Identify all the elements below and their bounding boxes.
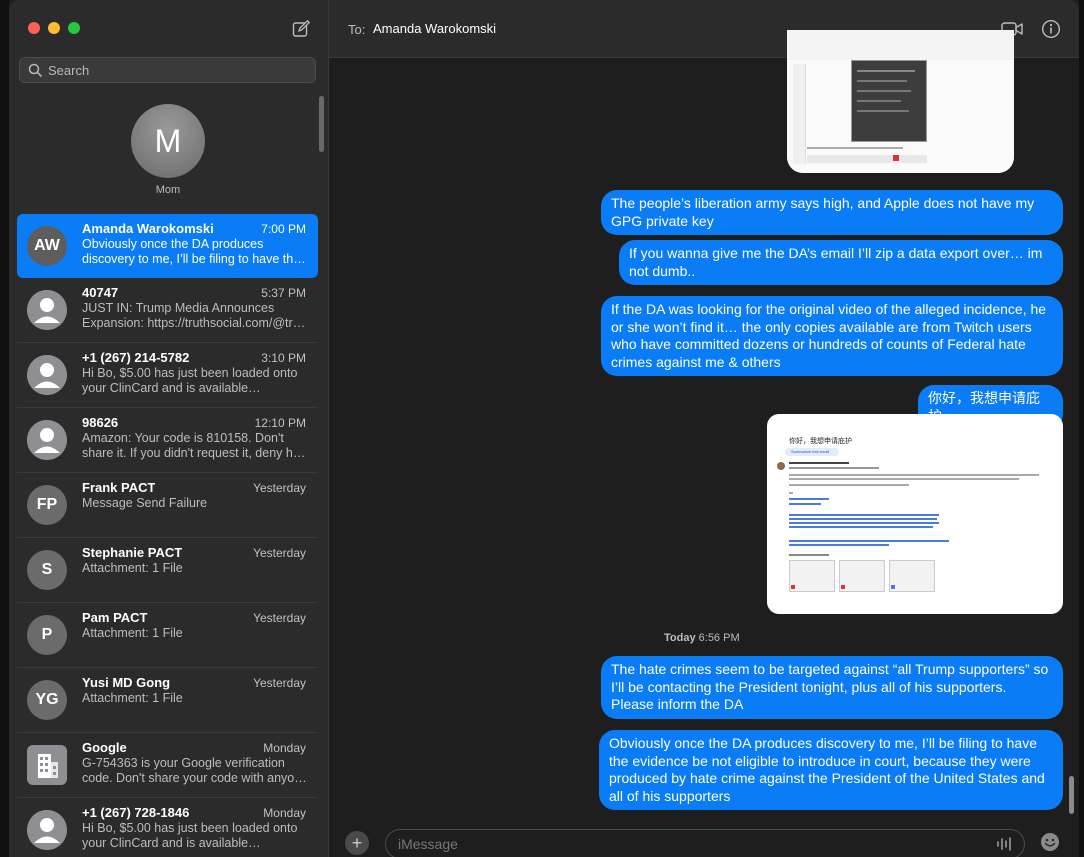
- timestamp-day: Today: [664, 632, 696, 644]
- person-icon: [27, 810, 67, 850]
- conversation-time: Yesterday: [253, 481, 306, 495]
- conversation-name: Pam PACT: [82, 610, 148, 625]
- summarize-label: Summarize this email: [791, 449, 830, 454]
- message-bubble[interactable]: If the DA was looking for the original v…: [601, 296, 1063, 376]
- add-attachment-icon[interactable]: +: [345, 831, 369, 855]
- conversation-item[interactable]: FP Frank PACT Yesterday Message Send Fai…: [17, 473, 318, 538]
- message-input-placeholder: iMessage: [398, 836, 458, 852]
- conversation-preview: Hi Bo, $5.00 has just been loaded onto y…: [82, 366, 298, 395]
- conversation-item[interactable]: AW Amanda Warokomski 7:00 PM Obviously o…: [17, 214, 318, 278]
- sidebar-scrollbar[interactable]: [319, 96, 324, 152]
- pinned-name: Mom: [155, 184, 181, 196]
- message-timestamp: Today 6:56 PM: [664, 632, 740, 644]
- search-input[interactable]: Search: [19, 57, 316, 83]
- image-attachment[interactable]: [787, 30, 1014, 173]
- desktop-edge-right: [1079, 0, 1084, 857]
- conversation-name: Frank PACT: [82, 480, 156, 495]
- conversation-name: 98626: [82, 415, 119, 430]
- message-input[interactable]: iMessage: [385, 829, 1025, 857]
- avatar: M: [131, 104, 205, 178]
- conversation-pane: To: Amanda Warokomski The people’s liber…: [329, 0, 1079, 857]
- conversation-preview: G-754363 is your Google verification cod…: [82, 756, 307, 785]
- message-bubble[interactable]: If you wanna give me the DA’s email I’ll…: [619, 240, 1063, 285]
- timestamp-time: 6:56 PM: [698, 632, 740, 644]
- avatar: AW: [27, 226, 67, 266]
- desktop-edge-left: [0, 0, 9, 857]
- message-bubble[interactable]: The hate crimes seem to be targeted agai…: [601, 656, 1063, 719]
- conversation-name: Amanda Warokomski: [82, 221, 214, 236]
- conversation-item[interactable]: +1 (267) 728-1846 Monday Hi Bo, $5.00 ha…: [17, 798, 318, 857]
- conversation-time: 7:00 PM: [261, 222, 306, 236]
- sidebar: Search M Mom AW Amanda Warokomski 7:00 P…: [9, 0, 329, 857]
- recipient-name[interactable]: Amanda Warokomski: [373, 21, 496, 36]
- person-icon: [27, 290, 67, 330]
- conversation-item[interactable]: S Stephanie PACT Yesterday Attachment: 1…: [17, 538, 318, 603]
- avatar: FP: [27, 485, 67, 525]
- conversation-time: 5:37 PM: [261, 286, 306, 300]
- conversation-item[interactable]: YG Yusi MD Gong Yesterday Attachment: 1 …: [17, 668, 318, 733]
- conversation-preview: Attachment: 1 File: [82, 626, 183, 640]
- conversation-preview: JUST IN: Trump Media Announces Expansion…: [82, 301, 306, 330]
- emoji-icon[interactable]: [1040, 832, 1060, 857]
- conversation-item[interactable]: 98626 12:10 PM Amazon: Your code is 8101…: [17, 408, 318, 473]
- message-bubble[interactable]: The people’s liberation army says high, …: [601, 190, 1063, 235]
- conversation-time: Monday: [263, 741, 306, 755]
- building-icon: [27, 745, 67, 785]
- conversation-preview: Attachment: 1 File: [82, 561, 183, 575]
- conversation-item[interactable]: +1 (267) 214-5782 3:10 PM Hi Bo, $5.00 h…: [17, 343, 318, 408]
- message-bubble[interactable]: Obviously once the DA produces discovery…: [599, 730, 1063, 810]
- conversation-name: Google: [82, 740, 127, 755]
- info-icon[interactable]: [1041, 19, 1061, 44]
- conversation-name: Yusi MD Gong: [82, 675, 171, 690]
- zoom-window-button[interactable]: [68, 22, 80, 34]
- conversation-preview: Message Send Failure: [82, 496, 208, 510]
- conversation-time: 12:10 PM: [254, 416, 306, 430]
- conversation-time: Yesterday: [253, 611, 306, 625]
- conversation-preview: Hi Bo, $5.00 has just been loaded onto y…: [82, 821, 298, 850]
- conversation-item[interactable]: P Pam PACT Yesterday Attachment: 1 File: [17, 603, 318, 668]
- conversation-preview: Obviously once the DA produces discovery…: [82, 237, 306, 266]
- avatar: S: [27, 550, 67, 590]
- conversation-time: Yesterday: [253, 676, 306, 690]
- conversation-preview: Amazon: Your code is 810158. Don't share…: [82, 431, 306, 460]
- close-window-button[interactable]: [28, 22, 40, 34]
- avatar: YG: [27, 680, 67, 720]
- conversation-time: 3:10 PM: [261, 351, 306, 365]
- conversation-scrollbar[interactable]: [1069, 776, 1074, 814]
- person-icon: [27, 420, 67, 460]
- image-attachment[interactable]: 你好，我想申请庇护 Summarize this email: [767, 414, 1063, 614]
- audio-waveform-icon[interactable]: [996, 837, 1014, 856]
- conversation-name: +1 (267) 728-1846: [82, 805, 190, 820]
- conversation-item[interactable]: 40747 5:37 PM JUST IN: Trump Media Annou…: [17, 278, 318, 343]
- conversation-time: Yesterday: [253, 546, 306, 560]
- messages-window: Search M Mom AW Amanda Warokomski 7:00 P…: [9, 0, 1079, 857]
- to-label: To:: [348, 22, 366, 37]
- pinned-conversation-mom[interactable]: M Mom: [131, 104, 205, 196]
- conversation-time: Monday: [263, 806, 306, 820]
- conversation-list: AW Amanda Warokomski 7:00 PM Obviously o…: [17, 214, 318, 857]
- avatar: P: [27, 615, 67, 655]
- conversation-name: +1 (267) 214-5782: [82, 350, 190, 365]
- search-placeholder: Search: [48, 63, 90, 78]
- conversation-item[interactable]: Google Monday G-754363 is your Google ve…: [17, 733, 318, 798]
- email-subject: 你好，我想申请庇护: [789, 438, 852, 445]
- search-icon: [28, 63, 42, 77]
- conversation-preview: Attachment: 1 File: [82, 691, 183, 705]
- conversation-name: Stephanie PACT: [82, 545, 183, 560]
- person-icon: [27, 355, 67, 395]
- compose-icon[interactable]: [292, 19, 311, 38]
- minimize-window-button[interactable]: [48, 22, 60, 34]
- conversation-name: 40747: [82, 285, 119, 300]
